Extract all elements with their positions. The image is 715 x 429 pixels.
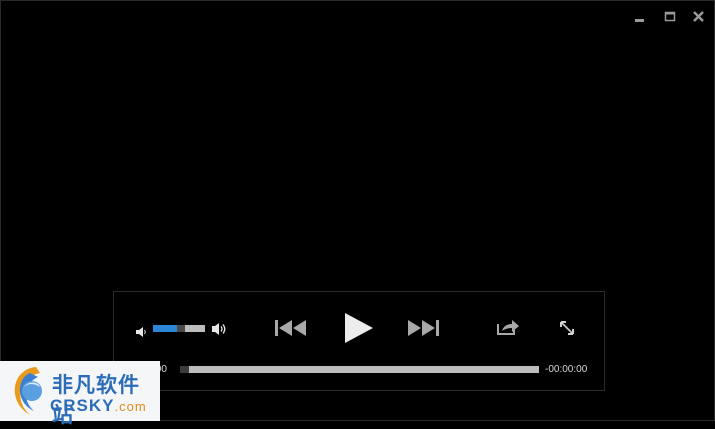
minimize-button[interactable]	[632, 9, 648, 25]
seek-bar[interactable]	[180, 366, 539, 373]
maximize-button[interactable]	[662, 9, 678, 25]
share-icon	[497, 320, 519, 335]
volume-slider-thumb[interactable]	[177, 325, 185, 332]
close-button[interactable]	[691, 9, 707, 25]
skip-next-icon	[408, 320, 439, 336]
watermark-domain: .com	[114, 399, 147, 414]
fullscreen-button[interactable]	[559, 320, 575, 341]
crsky-logo-icon	[14, 367, 42, 415]
volume-slider[interactable]	[153, 325, 205, 332]
maximize-icon	[664, 11, 676, 22]
skip-next-button[interactable]	[407, 318, 441, 343]
watermark-brand-text: CRSKY	[50, 396, 115, 415]
share-button[interactable]	[496, 318, 520, 341]
fullscreen-icon	[560, 321, 574, 335]
watermark-logo: 非凡软件站 CRSKY.com	[0, 361, 160, 427]
remaining-time: -00:00:00	[545, 364, 588, 375]
play-icon	[345, 313, 373, 343]
play-button[interactable]	[342, 312, 376, 349]
volume-low-icon[interactable]	[135, 324, 147, 342]
close-icon	[693, 11, 704, 22]
watermark-brand: CRSKY.com	[50, 396, 147, 416]
volume-slider-fill	[153, 325, 177, 332]
volume-high-icon[interactable]	[211, 322, 227, 341]
seek-bar-thumb[interactable]	[180, 366, 189, 373]
control-bar: 00:00:00 -00:00:00	[113, 291, 605, 391]
minimize-icon	[635, 19, 644, 22]
skip-previous-button[interactable]	[274, 318, 308, 343]
skip-previous-icon	[275, 320, 306, 336]
player-window: 00:00:00 -00:00:00	[0, 0, 715, 421]
